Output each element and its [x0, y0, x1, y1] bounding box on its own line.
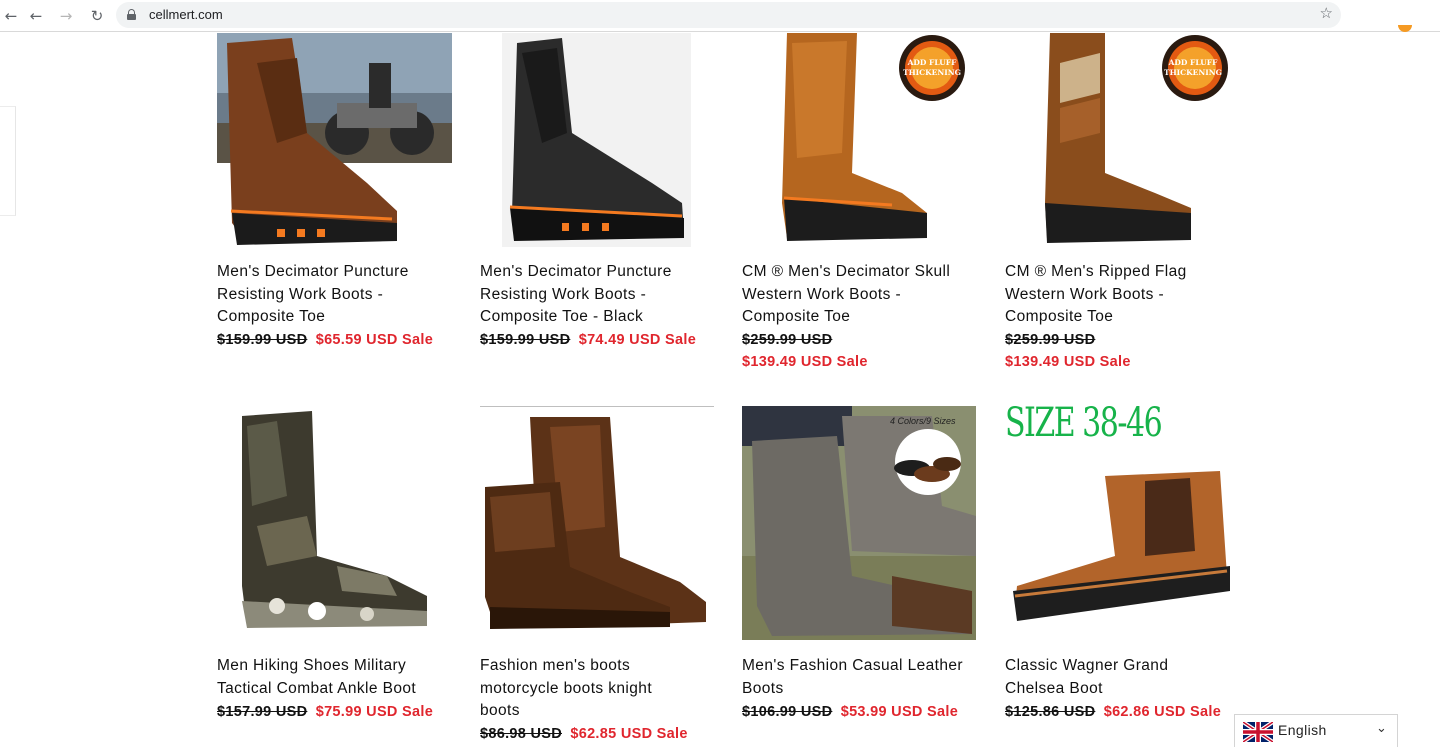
sale-price: $62.86 USD Sale [1103, 704, 1222, 720]
product-title[interactable]: CM ® Men's Decimator Skull Western Work … [742, 261, 982, 329]
url-text[interactable]: cellmert.com [149, 7, 223, 22]
original-price: $125.86 USD [1005, 704, 1096, 720]
original-price: $159.99 USD [217, 332, 308, 348]
product-title[interactable]: Men's Decimator Puncture Resisting Work … [480, 261, 720, 329]
browser-toolbar: ← ← → ↻ cellmert.com ☆ [0, 0, 1440, 32]
uk-flag-icon [1243, 722, 1273, 742]
sale-price: $62.85 USD Sale [570, 726, 688, 742]
sale-price: $74.49 USD Sale [578, 332, 697, 348]
language-label[interactable]: English [1278, 722, 1327, 738]
promo-badge: ADD FLUFF THICKENING [902, 58, 961, 77]
sale-price-line: $139.49 USD Sale [1005, 351, 1131, 374]
price-line: $157.99 USD $75.99 USD Sale [217, 701, 433, 724]
price-line: $159.99 USD $74.49 USD Sale [480, 329, 696, 352]
language-selector[interactable]: English ⌄ [1234, 714, 1398, 747]
original-price: $259.99 USD [742, 332, 833, 348]
product-title[interactable]: Fashion men's boots motorcycle boots kni… [480, 655, 720, 723]
promo-badge: ADD FLUFF THICKENING [1163, 58, 1222, 77]
sale-price: $139.49 USD Sale [742, 354, 868, 370]
extension-icon[interactable] [1398, 25, 1412, 32]
star-icon[interactable]: ☆ [1320, 4, 1333, 22]
original-price: $259.99 USD [1005, 332, 1096, 348]
product-title[interactable]: CM ® Men's Ripped Flag Western Work Boot… [1005, 261, 1245, 329]
side-panel-edge [0, 106, 16, 216]
product-title[interactable]: Men's Fashion Casual Leather Boots [742, 655, 982, 700]
product-title[interactable]: Men Hiking Shoes Military Tactical Comba… [217, 655, 457, 700]
product-image[interactable] [742, 406, 976, 640]
sale-price: $139.49 USD Sale [1005, 354, 1131, 370]
reload-button[interactable]: ↻ [86, 5, 108, 27]
lock-icon[interactable] [127, 9, 136, 20]
sale-price: $65.59 USD Sale [315, 332, 434, 348]
price-line: $159.99 USD $65.59 USD Sale [217, 329, 433, 352]
sale-price: $75.99 USD Sale [315, 704, 434, 720]
product-title[interactable]: Classic Wagner Grand Chelsea Boot [1005, 655, 1245, 700]
price-line: $106.99 USD $53.99 USD Sale [742, 701, 958, 724]
original-price-line: $259.99 USD [742, 329, 836, 352]
sale-price-line: $139.49 USD Sale [742, 351, 868, 374]
original-price: $159.99 USD [480, 332, 571, 348]
back-icon[interactable]: ← [0, 5, 22, 27]
original-price: $157.99 USD [217, 704, 308, 720]
product-image[interactable] [217, 406, 451, 640]
original-price-line: $259.99 USD [1005, 329, 1099, 352]
forward-button[interactable]: → [55, 5, 77, 27]
product-image[interactable] [502, 33, 691, 247]
price-line: $125.86 USD $62.86 USD Sale [1005, 701, 1221, 724]
product-image[interactable] [480, 406, 714, 640]
sale-price: $53.99 USD Sale [840, 704, 959, 720]
price-line: $86.98 USD $62.85 USD Sale [480, 723, 688, 746]
sizes-overlay-label: 4 Colors/9 Sizes [890, 416, 956, 426]
original-price: $86.98 USD [480, 726, 562, 742]
back-button[interactable]: ← [25, 5, 47, 27]
product-title[interactable]: Men's Decimator Puncture Resisting Work … [217, 261, 457, 329]
original-price: $106.99 USD [742, 704, 833, 720]
size-range-overlay: SIZE 38-46 [1005, 400, 1163, 446]
chevron-down-icon[interactable]: ⌄ [1376, 721, 1387, 736]
address-bar[interactable]: cellmert.com ☆ [116, 2, 1341, 28]
product-image[interactable] [217, 33, 452, 247]
